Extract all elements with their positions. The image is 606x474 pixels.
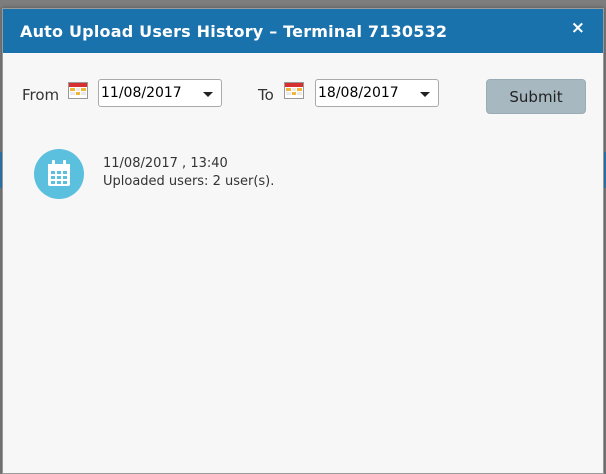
to-date-select[interactable]: 18/08/2017 [315, 79, 439, 107]
calendar-avatar [34, 149, 84, 199]
history-modal: Auto Upload Users History – Terminal 713… [2, 8, 604, 474]
from-date-select[interactable]: 11/08/2017 [98, 79, 222, 107]
to-label: To [258, 86, 274, 104]
history-summary: Uploaded users: 2 user(s). [103, 174, 275, 189]
close-button[interactable]: × [571, 18, 585, 38]
chevron-down-icon [420, 92, 430, 97]
to-date-value: 18/08/2017 [318, 85, 399, 101]
modal-header: Auto Upload Users History – Terminal 713… [3, 9, 603, 53]
modal-title: Auto Upload Users History – Terminal 713… [20, 21, 448, 41]
chevron-down-icon [203, 92, 213, 97]
from-calendar-icon[interactable] [68, 82, 88, 99]
date-filter-row: From 11/08/2017 To 18/08/2017 Submit [3, 79, 603, 114]
from-date-value: 11/08/2017 [101, 85, 182, 101]
to-calendar-icon[interactable] [284, 82, 304, 99]
calendar-icon [48, 160, 70, 186]
from-label: From [22, 86, 60, 104]
submit-button[interactable]: Submit [486, 79, 586, 114]
history-datetime: 11/08/2017 , 13:40 [103, 156, 228, 171]
